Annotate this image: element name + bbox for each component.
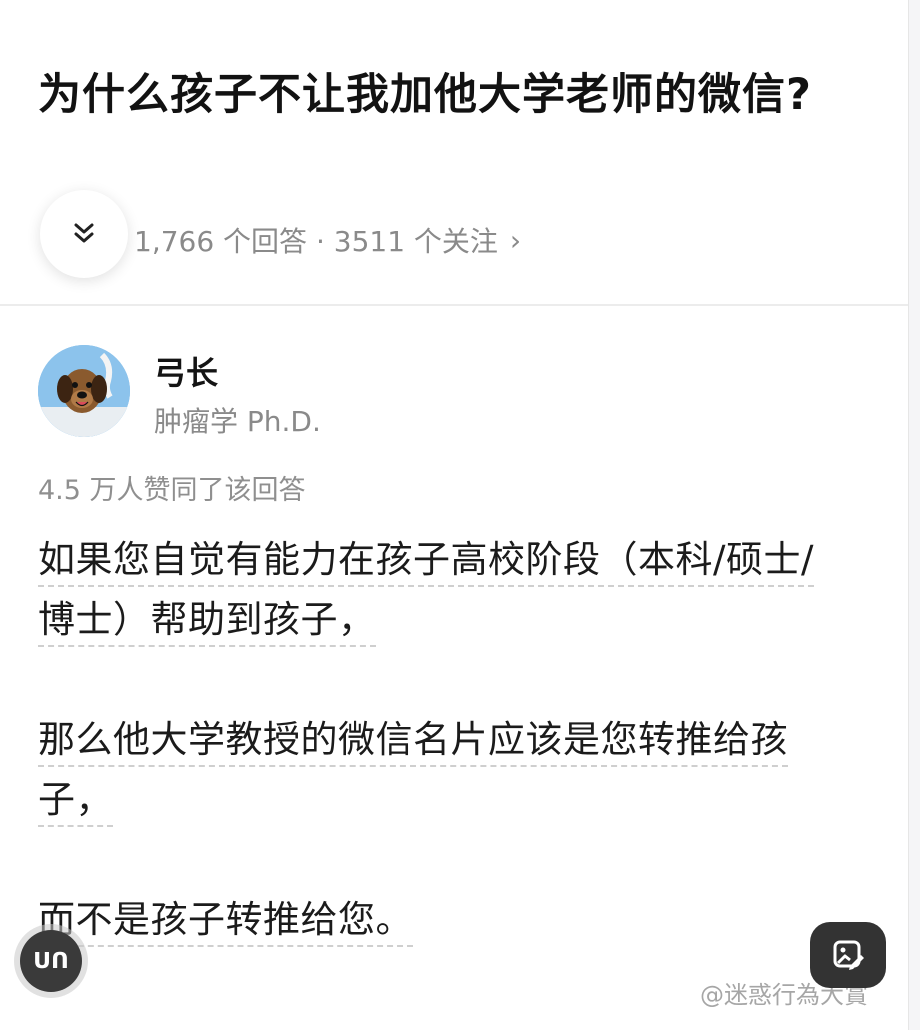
answer-paragraph: 如果您自觉有能力在孩子高校阶段（本科/硕士/博士）帮助到孩子， (38, 530, 848, 650)
app-badge-label: ᑌᑎ (33, 948, 69, 974)
author-avatar[interactable] (38, 345, 130, 437)
section-divider (0, 304, 908, 306)
chevron-right-icon: › (509, 223, 522, 257)
answer-paragraph-text: 如果您自觉有能力在孩子高校阶段（本科/硕士/博士）帮助到孩子， (38, 538, 814, 647)
answer-paragraph: 那么他大学教授的微信名片应该是您转推给孩子， (38, 710, 848, 830)
answer-paragraph-text: 而不是孩子转推给您。 (38, 898, 413, 947)
floating-app-badge[interactable]: ᑌᑎ (20, 930, 82, 992)
expand-button[interactable] (40, 190, 128, 278)
image-edit-icon (833, 940, 864, 970)
author-name[interactable]: 弓长 (154, 348, 218, 394)
question-stats: 1,766 个回答 · 3511 个关注 (134, 225, 498, 258)
like-count: 4.5 万人赞同了该回答 (38, 475, 306, 506)
dog-avatar-icon (38, 345, 130, 437)
author-bio: 肿瘤学 Ph.D. (154, 405, 321, 438)
answer-paragraph-text: 那么他大学教授的微信名片应该是您转推给孩子， (38, 718, 788, 827)
question-card: 为什么孩子不让我加他大学老师的微信? 1,766 个回答 · 3511 个关注 … (0, 0, 909, 1030)
image-edit-button[interactable] (810, 922, 886, 988)
screen: 为什么孩子不让我加他大学老师的微信? 1,766 个回答 · 3511 个关注 … (0, 0, 920, 1030)
double-chevron-down-icon (74, 223, 94, 243)
question-title[interactable]: 为什么孩子不让我加他大学老师的微信? (38, 62, 818, 128)
answer-paragraph: 而不是孩子转推给您。 (38, 890, 848, 950)
